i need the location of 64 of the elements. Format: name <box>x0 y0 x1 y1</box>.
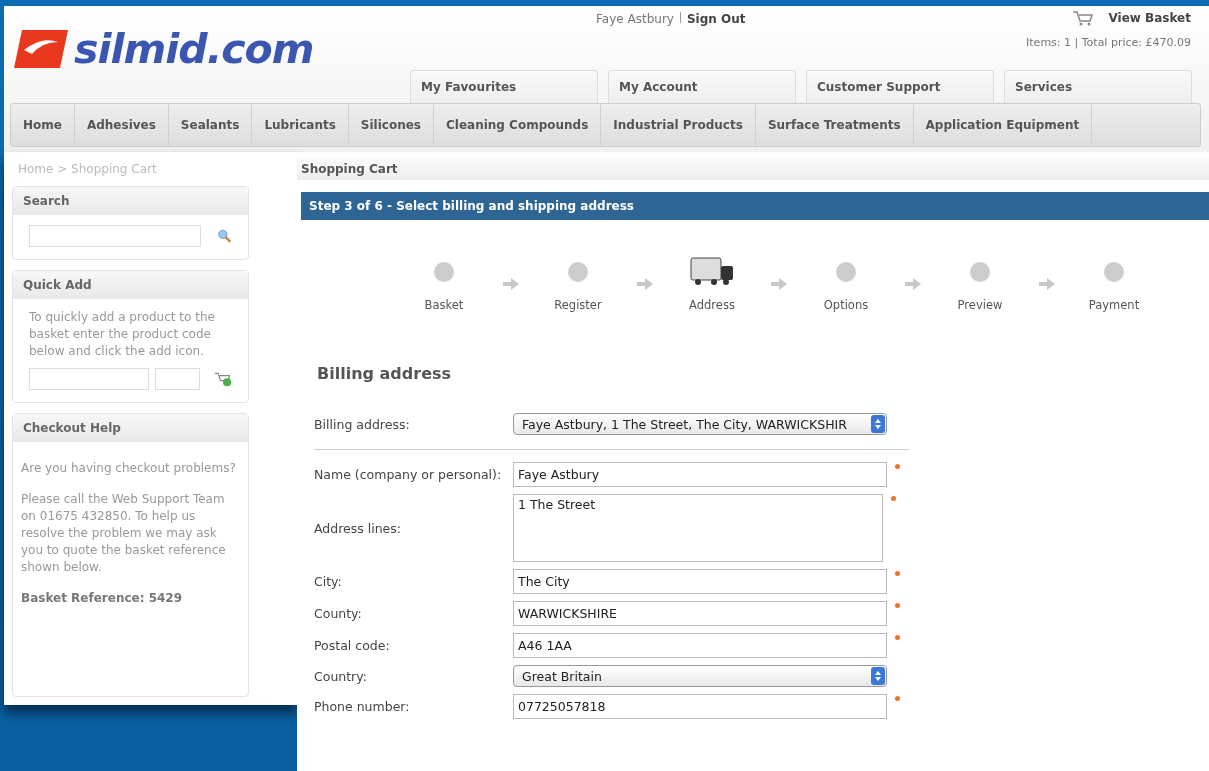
category-link[interactable]: Sealants <box>168 104 253 146</box>
category-link[interactable]: Home <box>11 104 75 146</box>
field-label: Country: <box>314 668 368 684</box>
step-label: Payment <box>1088 298 1140 312</box>
arrow-icon <box>637 278 653 290</box>
field-label: Billing address: <box>314 416 411 432</box>
text-field[interactable]: A46 1AA <box>513 633 887 658</box>
field-label: Name (company or personal): <box>314 467 503 482</box>
help-paragraph: Are you having checkout problems? <box>21 460 237 477</box>
search-icon[interactable] <box>217 227 232 245</box>
text-field[interactable]: The City <box>513 569 887 594</box>
logo-text[interactable]: silmid.com <box>74 25 314 73</box>
step-banner: Step 3 of 6 - Select billing and shipping address <box>301 192 1209 220</box>
stepper-icon <box>871 667 885 685</box>
address-lines-field[interactable]: 1 The Street <box>513 494 883 562</box>
logo-icon <box>14 28 68 70</box>
page-title: Shopping Cart <box>297 158 1209 180</box>
field-label: Address lines: <box>314 520 403 536</box>
arrow-icon <box>1039 278 1055 290</box>
category-link[interactable]: Silicones <box>348 104 434 146</box>
nav-tab[interactable]: My Favourites <box>410 70 598 103</box>
field-label: Postal code: <box>314 638 391 653</box>
field-label: County: <box>314 606 363 621</box>
section-heading: Billing address <box>317 364 453 383</box>
text-field[interactable]: WARWICKSHIRE <box>513 601 887 626</box>
product-code-field[interactable] <box>29 368 149 390</box>
quantity-field[interactable] <box>155 368 200 390</box>
breadcrumb: Home > Shopping Cart <box>17 161 158 176</box>
dropdown[interactable]: Faye Astbury, 1 The Street, The City, WARWICKSHIR <box>513 413 887 435</box>
category-link[interactable]: Surface Treatments <box>755 104 914 146</box>
category-link[interactable]: Adhesives <box>74 104 169 146</box>
text-field[interactable]: Faye Astbury <box>513 462 887 487</box>
category-link[interactable]: Industrial Products <box>601 104 756 146</box>
field-label: City: <box>314 574 343 589</box>
panel-title: Checkout Help <box>13 414 248 442</box>
help-paragraph: Please call the Web Support Team on 01675 432850. To help us resolve the problem we may ask you to quote the basket reference shown below. <box>21 491 227 576</box>
view-basket-link[interactable]: View Basket <box>1108 11 1191 25</box>
quick-add-text: To quickly add a product to the basket enter the product code below and click the add icon. <box>29 309 216 360</box>
text-field[interactable]: 07725057818 <box>513 694 887 719</box>
panel-title: Quick Add <box>13 271 248 299</box>
user-name: Faye Astbury <box>596 12 674 26</box>
dropdown[interactable]: Great Britain <box>513 665 887 687</box>
nav-tab[interactable]: Services <box>1004 70 1192 103</box>
stepper-icon <box>871 415 885 433</box>
arrow-icon <box>905 278 921 290</box>
nav-tab[interactable]: My Account <box>608 70 796 103</box>
step-label: Address <box>689 298 735 312</box>
category-link[interactable]: Cleaning Compounds <box>434 104 602 146</box>
arrow-icon <box>503 278 519 290</box>
step-label: Register <box>554 298 602 312</box>
sign-out-link[interactable]: Sign Out <box>686 12 746 26</box>
basket-reference: Basket Reference: 5429 <box>21 590 184 607</box>
cart-icon <box>1072 10 1095 26</box>
panel-title: Search <box>13 187 248 215</box>
step-label: Preview <box>957 298 1003 312</box>
step-label: Options <box>823 298 869 312</box>
search-field[interactable] <box>29 225 201 247</box>
arrow-icon <box>771 278 787 290</box>
category-link[interactable]: Application Equipment <box>913 104 1093 146</box>
field-label: Phone number: <box>314 699 411 714</box>
category-link[interactable]: Lubricants <box>252 104 349 146</box>
nav-tab[interactable]: Customer Support <box>806 70 994 103</box>
basket-summary: Items: 1 | Total price: £470.09 <box>1026 36 1191 49</box>
step-label: Basket <box>424 298 464 312</box>
